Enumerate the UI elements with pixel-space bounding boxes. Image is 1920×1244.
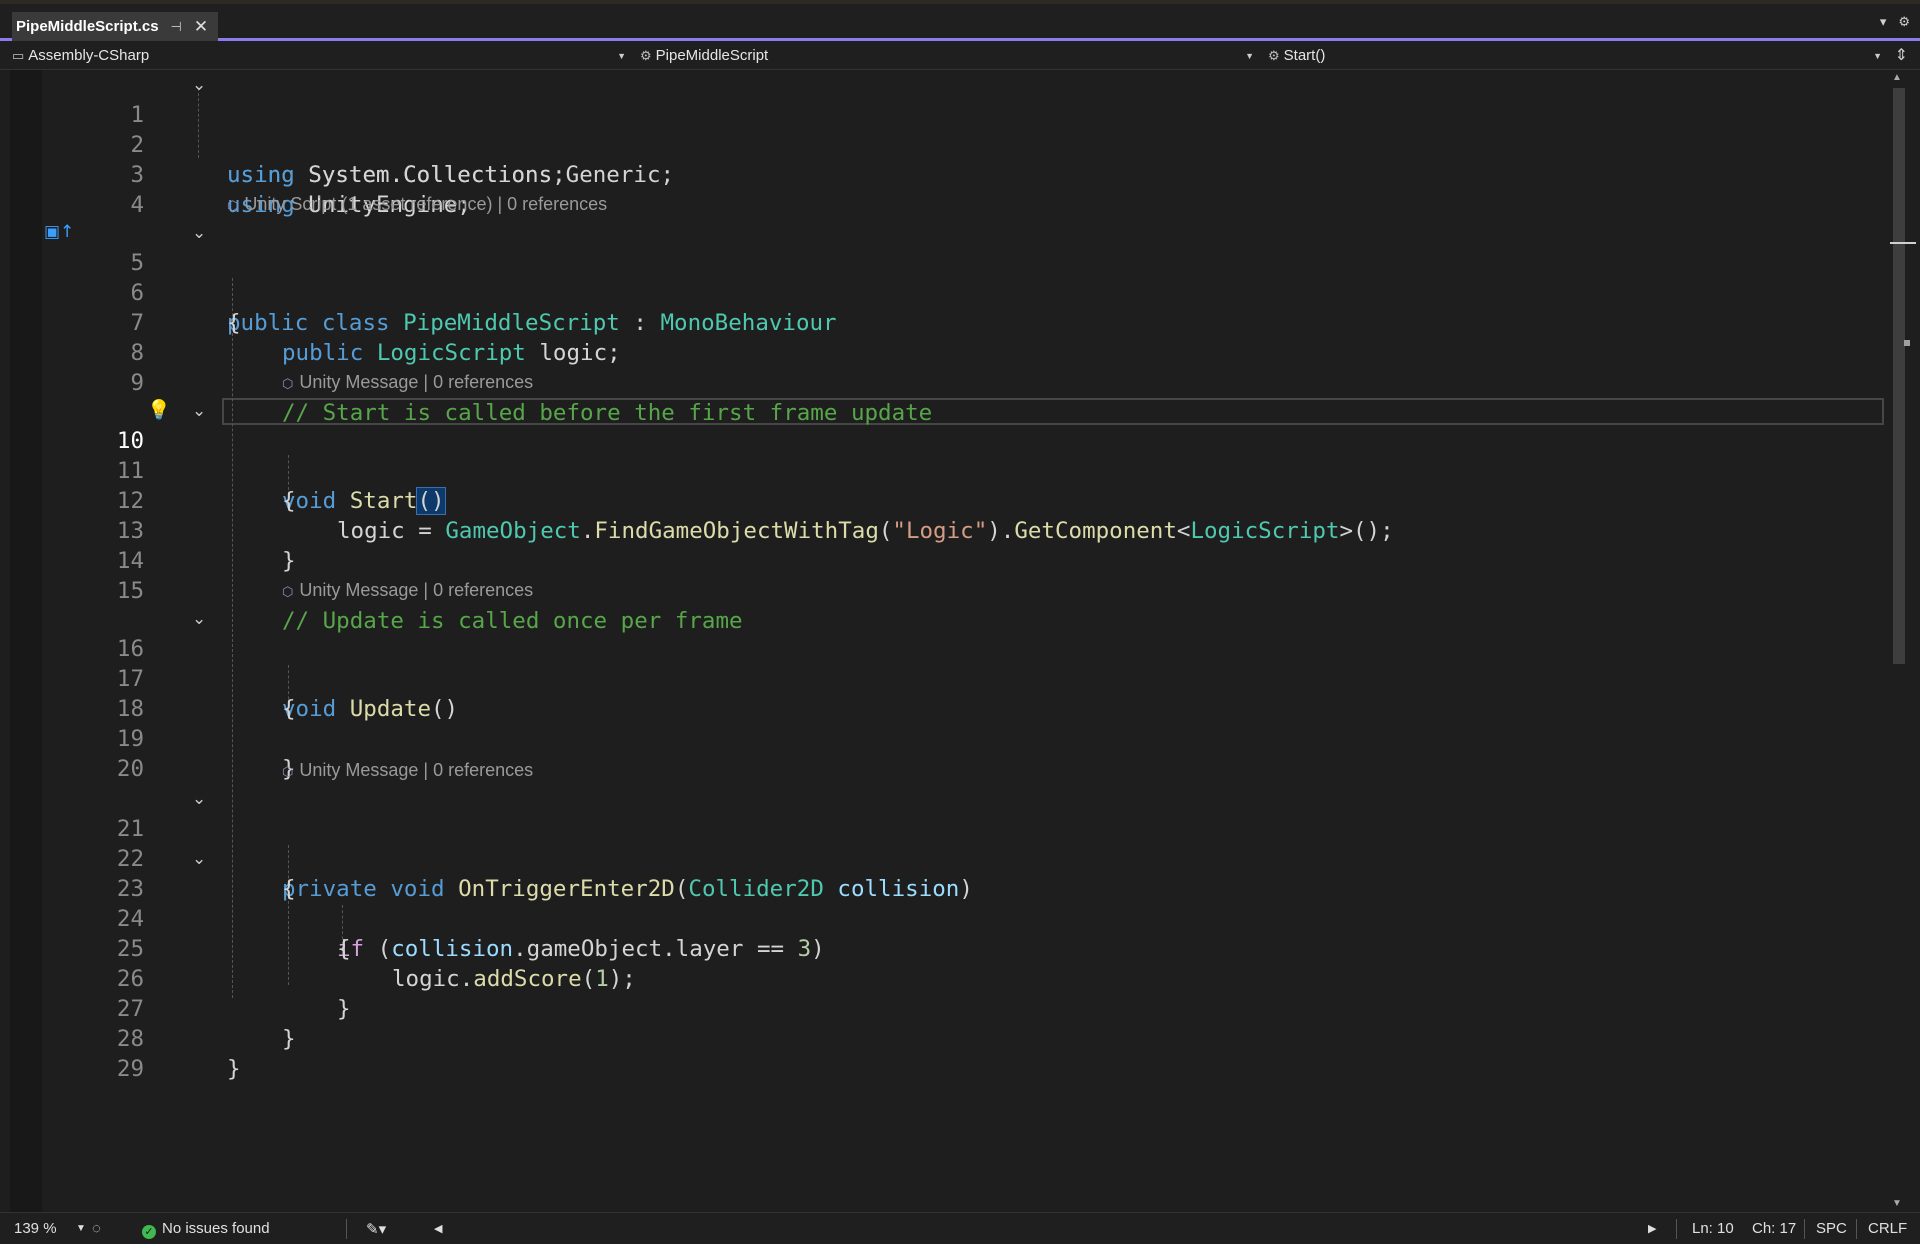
scroll-down-arrow-icon[interactable]: ▼: [1892, 1198, 1902, 1209]
class-dropdown[interactable]: ⚙ PipeMiddleScript ▼: [640, 45, 1260, 66]
code-line-current: 10 ⌄ void Start(): [0, 396, 1880, 515]
line-ending-indicator[interactable]: CRLF: [1868, 1220, 1907, 1237]
code-line: 25 logic.addScore(1);: [0, 904, 1880, 992]
scroll-up-arrow-icon[interactable]: ▲: [1892, 72, 1902, 83]
split-window-icon[interactable]: ⇕: [1895, 45, 1908, 65]
zoom-dropdown-icon[interactable]: ▼: [76, 1223, 86, 1234]
tab-list-dropdown-icon[interactable]: ▾: [1880, 14, 1887, 30]
line-indicator[interactable]: Ln: 10: [1692, 1220, 1734, 1237]
code-line: 2 using System.Collections.Generic;: [0, 100, 1880, 188]
scrollbar-thumb[interactable]: [1893, 88, 1905, 664]
code-line: 24 {: [0, 874, 1880, 962]
divider: [1676, 1219, 1677, 1239]
fold-chevron-icon[interactable]: ⌄: [192, 70, 206, 100]
project-icon: ▭: [12, 47, 25, 63]
code-line: 6 {: [0, 248, 1880, 336]
char-indicator[interactable]: Ch: 17: [1752, 1220, 1796, 1237]
check-circle-icon: ✓: [142, 1225, 156, 1239]
codelens-script-references[interactable]: ⬡ Unity Script (1 asset reference) | 0 re…: [227, 192, 607, 216]
divider: [1856, 1219, 1857, 1239]
code-line: 28 }: [0, 994, 1880, 1082]
method-icon: ⚙: [1268, 47, 1280, 63]
tabbar-controls: ▾ ⚙: [1880, 14, 1910, 30]
code-line: 13 }: [0, 486, 1880, 574]
line-number: 4: [130, 192, 144, 218]
divider: [1804, 1219, 1805, 1239]
code-line: 19 }: [0, 694, 1880, 782]
divider: [346, 1219, 347, 1239]
member-label: Start(): [1283, 47, 1326, 64]
code-line: 9 // Start is called before the first fr…: [0, 338, 1880, 426]
unity-cube-icon: ⬡: [282, 584, 294, 599]
code-line: 16 ⌄ void Update(): [0, 604, 1880, 722]
code-line: 29: [0, 1024, 1880, 1082]
code-line: 14: [0, 516, 1880, 574]
code-line: 4: [0, 160, 1880, 218]
project-dropdown[interactable]: ▭ Assembly-CSharp ▼: [12, 45, 632, 66]
fold-chevron-icon[interactable]: ⌄: [192, 396, 206, 426]
issues-status[interactable]: ✓ No issues found: [142, 1220, 270, 1239]
fold-chevron-icon[interactable]: ⌄: [192, 784, 206, 814]
code-line: 15 // Update is called once per frame: [0, 546, 1880, 634]
code-line: 22 {: [0, 814, 1880, 902]
code-line: 5 ⌄ public class PipeMiddleScript : Mono…: [0, 218, 1880, 336]
spacing-indicator[interactable]: SPC: [1816, 1220, 1847, 1237]
settings-gear-icon[interactable]: ⚙: [1898, 14, 1910, 30]
code-line: 1 ⌄ using System.Collections;: [0, 70, 1880, 188]
chevron-down-icon: ▼: [1245, 50, 1254, 61]
code-line: 8: [0, 308, 1880, 366]
unity-cube-icon: ⬡: [227, 198, 239, 213]
editor-status-bar: 139 % ▼ ◌ ✓ No issues found ✎▾ ◀ ▶ Ln: 10…: [0, 1212, 1920, 1244]
line-number: 29: [116, 1056, 144, 1082]
chevron-down-icon: ▼: [1873, 50, 1882, 61]
code-line: 3 using UnityEngine;: [0, 130, 1880, 218]
tab-title: PipeMiddleScript.cs: [16, 18, 159, 35]
scrollbar-caret-marker: [1890, 242, 1916, 244]
code-line: 26 }: [0, 934, 1880, 1022]
document-tab-bar: PipeMiddleScript.cs ⊣ ✕ ▾ ⚙: [0, 4, 1920, 41]
tab-pipemiddlescript[interactable]: PipeMiddleScript.cs ⊣ ✕: [12, 12, 219, 41]
copilot-icon[interactable]: ◌: [92, 1220, 101, 1237]
pin-icon[interactable]: ⊣: [171, 19, 182, 35]
scroll-right-arrow-icon[interactable]: ▶: [1648, 1222, 1656, 1235]
code-line: 7 public LogicScript logic;: [0, 278, 1880, 366]
navigation-bar: ▭ Assembly-CSharp ▼ ⚙ PipeMiddleScript ▼…: [0, 41, 1920, 70]
codelens-trigger-references[interactable]: ⬡ Unity Message | 0 references: [282, 758, 533, 782]
zoom-level[interactable]: 139 %: [14, 1220, 57, 1237]
line-number: 9: [130, 370, 144, 396]
line-number: 15: [116, 578, 144, 604]
code-line: 12 logic = GameObject.FindGameObjectWith…: [0, 456, 1880, 544]
codelens-start-references[interactable]: ⬡ Unity Message | 0 references: [282, 370, 533, 394]
fold-chevron-icon[interactable]: ⌄: [192, 844, 206, 874]
class-icon: ⚙: [640, 47, 652, 63]
fold-chevron-icon[interactable]: ⌄: [192, 218, 206, 248]
scroll-left-arrow-icon[interactable]: ◀: [434, 1222, 442, 1235]
chevron-down-icon: ▼: [617, 50, 626, 61]
code-line: 27 }: [0, 964, 1880, 1052]
fold-chevron-icon[interactable]: ⌄: [192, 604, 206, 634]
code-cleanup-brush-icon[interactable]: ✎▾: [366, 1220, 386, 1238]
unity-cube-icon: ⬡: [282, 376, 294, 391]
code-text: }: [227, 1056, 241, 1082]
member-dropdown[interactable]: ⚙ Start() ▼: [1268, 45, 1888, 66]
line-number: 20: [116, 756, 144, 782]
code-line: 17 {: [0, 634, 1880, 722]
code-line: 18: [0, 664, 1880, 722]
scrollbar-change-marker: [1904, 340, 1910, 346]
code-line: 20: [0, 724, 1880, 782]
code-line: 21 ⌄ private void OnTriggerEnter2D(Colli…: [0, 784, 1880, 902]
code-line: 11 {: [0, 426, 1880, 514]
project-label: Assembly-CSharp: [28, 47, 150, 64]
class-label: PipeMiddleScript: [655, 47, 769, 64]
code-line: 23 ⌄ if (collision.gameObject.layer == 3…: [0, 844, 1880, 962]
close-icon[interactable]: ✕: [194, 17, 208, 37]
codelens-update-references[interactable]: ⬡ Unity Message | 0 references: [282, 578, 533, 602]
unity-cube-icon: ⬡: [282, 764, 294, 779]
